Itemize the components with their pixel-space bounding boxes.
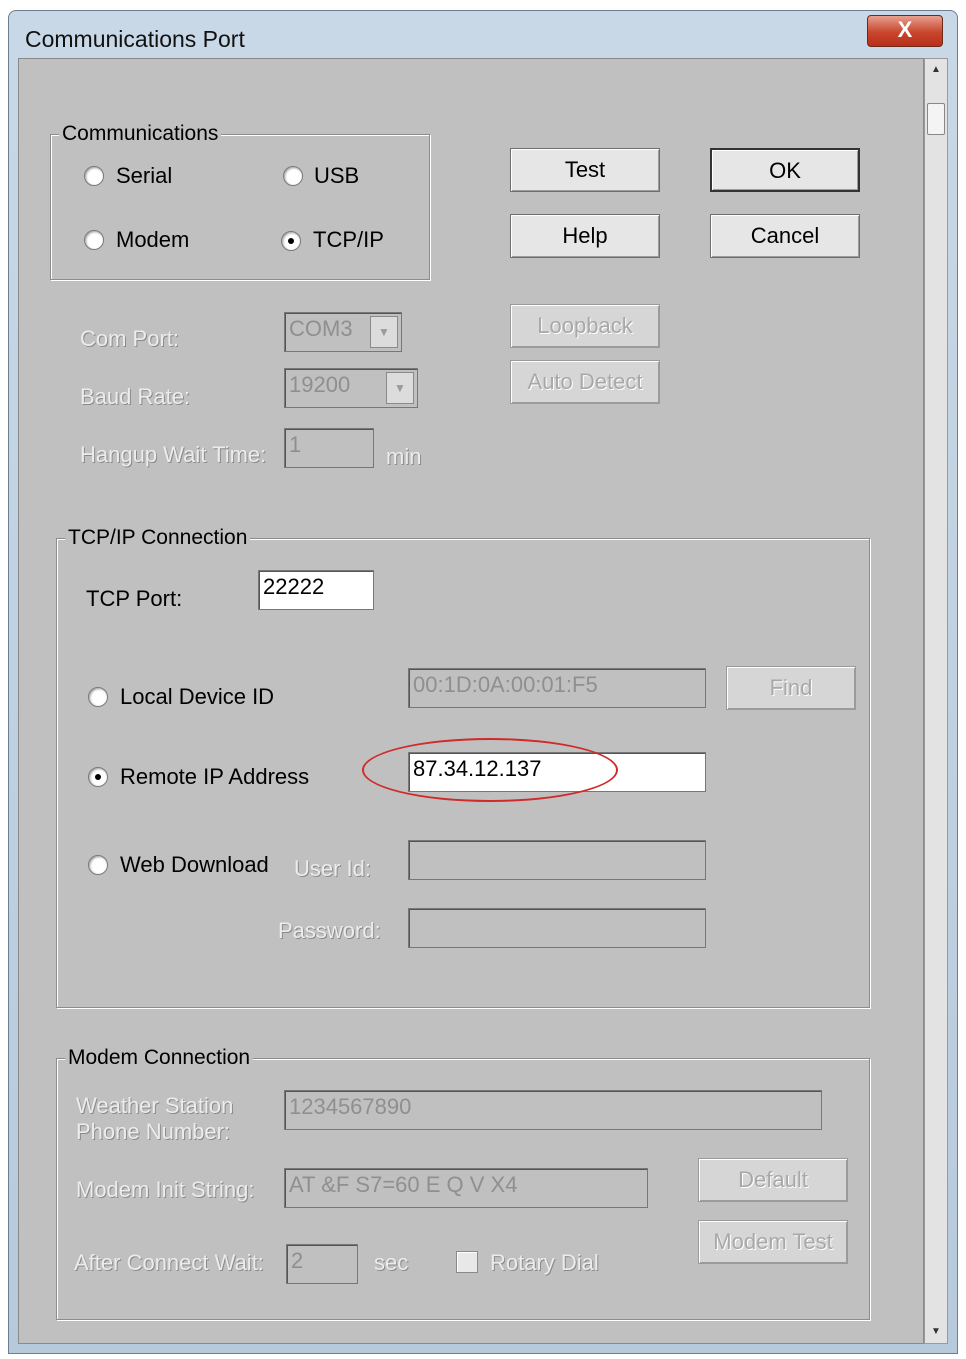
loopback-button[interactable]: Loopback	[510, 304, 660, 348]
com-port-select[interactable]: COM3 ▼	[284, 312, 402, 352]
after-connect-input[interactable]: 2	[286, 1244, 358, 1284]
tcpip-radio[interactable]	[281, 231, 301, 251]
help-button[interactable]: Help	[510, 214, 660, 258]
user-id-label: User Id:	[294, 856, 372, 881]
user-id-input[interactable]	[408, 840, 706, 880]
remote-ip-radio[interactable]	[88, 767, 108, 787]
auto-detect-button[interactable]: Auto Detect	[510, 360, 660, 404]
phone-label-line2: Phone Number:	[76, 1119, 231, 1144]
window-title: Communications Port	[25, 26, 245, 52]
scrollbar-thumb[interactable]	[927, 103, 945, 135]
modem-radio[interactable]	[84, 230, 104, 250]
web-download-radio[interactable]	[88, 855, 108, 875]
modem-test-button[interactable]: Modem Test	[698, 1220, 848, 1264]
local-device-radio[interactable]	[88, 687, 108, 707]
modem-group-label: Modem Connection	[65, 1046, 254, 1070]
after-connect-label: After Connect Wait:	[74, 1250, 264, 1275]
rotary-dial-label[interactable]: Rotary Dial	[490, 1250, 599, 1276]
com-port-value: COM3	[289, 316, 353, 341]
scroll-up-icon[interactable]: ▲	[925, 59, 947, 81]
hangup-unit-label: min	[386, 444, 422, 469]
phone-label-line1: Weather Station	[76, 1093, 234, 1118]
tcp-port-label: TCP Port:	[86, 586, 183, 611]
baud-rate-value: 19200	[289, 372, 351, 397]
ok-button[interactable]: OK	[710, 148, 860, 192]
usb-radio[interactable]	[283, 166, 303, 186]
modem-init-input[interactable]: AT &F S7=60 E Q V X4	[284, 1168, 648, 1208]
rotary-dial-checkbox[interactable]	[456, 1251, 478, 1273]
after-connect-unit: sec	[374, 1250, 409, 1275]
chevron-down-icon[interactable]: ▼	[386, 372, 414, 404]
hangup-wait-label: Hangup Wait Time:	[80, 442, 267, 467]
remote-ip-label[interactable]: Remote IP Address	[120, 764, 309, 790]
find-button[interactable]: Find	[726, 666, 856, 710]
communications-group-label: Communications	[59, 122, 222, 146]
vertical-scrollbar[interactable]: ▲ ▼	[924, 58, 948, 1344]
password-input[interactable]	[408, 908, 706, 948]
password-label: Password:	[278, 918, 381, 943]
usb-label[interactable]: USB	[314, 163, 359, 189]
com-port-label: Com Port:	[80, 326, 180, 351]
communications-group: Communications	[50, 122, 430, 280]
tcpip-group-label: TCP/IP Connection	[65, 526, 251, 550]
modem-label[interactable]: Modem	[116, 227, 189, 253]
hangup-wait-input[interactable]: 1	[284, 428, 374, 468]
modem-init-label: Modem Init String:	[76, 1177, 255, 1202]
default-button[interactable]: Default	[698, 1158, 848, 1202]
cancel-button[interactable]: Cancel	[710, 214, 860, 258]
baud-rate-select[interactable]: 19200 ▼	[284, 368, 418, 408]
baud-rate-label: Baud Rate:	[80, 384, 191, 409]
tcpip-label[interactable]: TCP/IP	[313, 227, 384, 253]
serial-label[interactable]: Serial	[116, 163, 172, 189]
serial-radio[interactable]	[84, 166, 104, 186]
local-device-label[interactable]: Local Device ID	[120, 684, 274, 710]
web-download-label[interactable]: Web Download	[120, 852, 269, 878]
scroll-down-icon[interactable]: ▼	[925, 1321, 947, 1343]
local-device-input[interactable]: 00:1D:0A:00:01:F5	[408, 668, 706, 708]
tcp-port-input[interactable]: 22222	[258, 570, 374, 610]
test-button[interactable]: Test	[510, 148, 660, 192]
chevron-down-icon[interactable]: ▼	[370, 316, 398, 348]
highlight-circle	[362, 738, 618, 802]
close-button[interactable]: X	[867, 15, 943, 47]
phone-number-input[interactable]: 1234567890	[284, 1090, 822, 1130]
